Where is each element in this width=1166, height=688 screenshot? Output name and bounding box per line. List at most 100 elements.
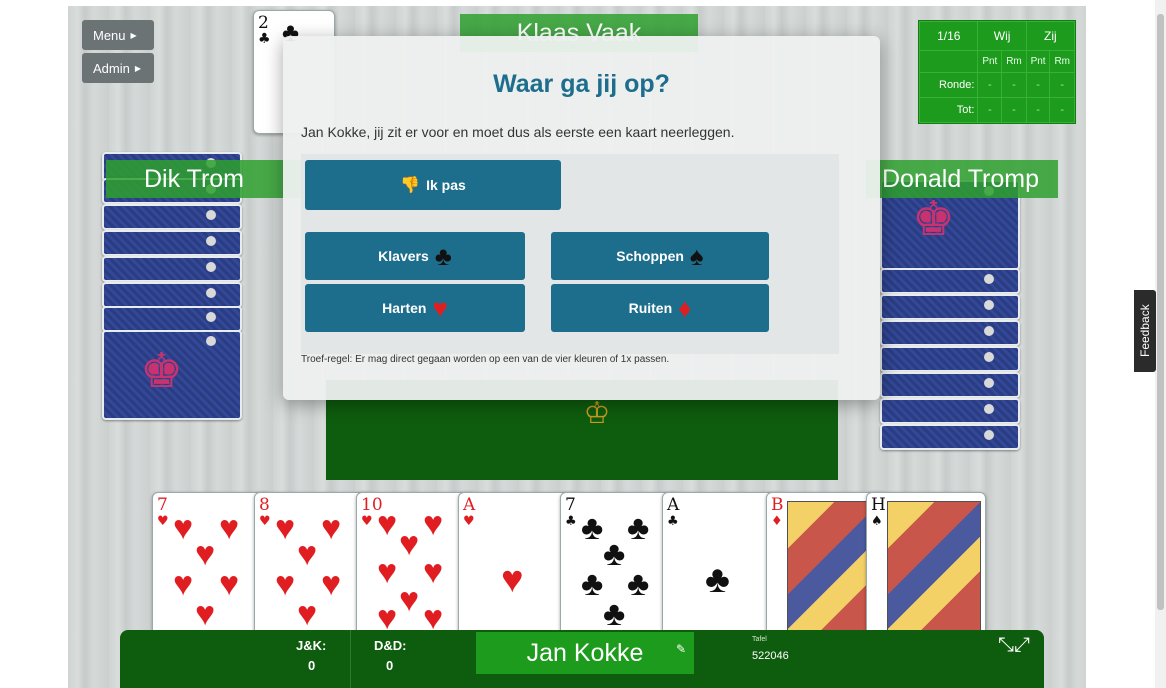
score-cell: - <box>1001 97 1027 123</box>
heart-icon: ♥ <box>399 525 420 563</box>
diamond-icon: ♦ <box>678 293 692 323</box>
card-rank: A <box>463 495 476 515</box>
card-back <box>102 282 242 308</box>
club-icon: ♣ <box>581 509 604 547</box>
heart-icon: ♥ <box>195 535 216 573</box>
team-us-label: Wij <box>977 21 1027 51</box>
hand-card[interactable]: A ♣ ♣ <box>662 492 782 642</box>
card-back <box>880 320 1020 346</box>
heart-icon: ♥ <box>463 514 475 529</box>
menu-label: Menu <box>93 27 126 43</box>
club-icon: ♣ <box>627 565 650 603</box>
dd-label: D&D: <box>374 638 407 653</box>
card-back <box>102 204 242 230</box>
score-cell: - <box>1049 72 1075 99</box>
round-counter: 1/16 <box>918 21 979 51</box>
game-stage: Feedback Menu ▶ Admin ▶ ♔ Klaas Vaak 2 ♣… <box>0 0 1166 688</box>
heart-icon: ♥ <box>219 565 240 603</box>
row-round-label: Ronde: <box>918 72 979 99</box>
club-icon: ♣ <box>258 31 271 47</box>
score-cell: - <box>1025 97 1051 123</box>
player-self-name: Jan Kokke <box>526 638 644 667</box>
player-left-name: Dik Trom <box>106 160 302 198</box>
row-total-label: Tot: <box>918 97 979 123</box>
heart-icon: ♥ <box>195 595 216 633</box>
heart-icon: ♥ <box>321 509 342 547</box>
dd-value: 0 <box>386 658 394 673</box>
suit-button-spades[interactable]: Schoppen ♠ <box>551 232 769 280</box>
dialog-message: Jan Kokke, jij zit er voor en moet dus a… <box>301 124 735 140</box>
score-cell: - <box>977 72 1003 99</box>
spade-icon: ♠ <box>689 241 704 271</box>
expand-icon[interactable]: ⤡⤢ <box>994 634 1034 682</box>
heart-icon: ♥ <box>399 581 420 619</box>
caret-right-icon: ▶ <box>134 63 142 73</box>
suit-button-hearts[interactable]: Harten ♥ <box>305 284 525 332</box>
card-back <box>880 424 1020 450</box>
feedback-tab[interactable]: Feedback <box>1134 290 1156 372</box>
team-them-label: Zij <box>1025 21 1076 51</box>
heart-icon: ♥ <box>321 565 342 603</box>
card-rank: 7 <box>565 495 576 515</box>
club-icon: ♣ <box>705 559 730 601</box>
club-icon: ♣ <box>667 514 679 529</box>
card-rank: 8 <box>259 495 270 515</box>
heart-icon: ♥ <box>259 514 271 529</box>
score-cell: - <box>1025 72 1051 99</box>
dialog-title: Waar ga jij op? <box>493 70 670 98</box>
card-rank: B <box>771 495 784 515</box>
table-id-label: Tafel <box>752 636 767 643</box>
jester-crown-icon: ♔ <box>583 397 611 430</box>
heart-icon: ♥ <box>219 509 240 547</box>
pass-button[interactable]: 👎 Ik pas <box>305 160 561 210</box>
heart-icon: ♥ <box>297 595 318 633</box>
club-icon: ♣ <box>434 241 452 271</box>
card-back <box>880 294 1020 320</box>
col-points: Pnt <box>977 49 1003 74</box>
heart-icon: ♥ <box>173 509 194 547</box>
suit-label: Klavers <box>378 248 429 264</box>
jester-icon: ♚ <box>140 345 184 398</box>
trump-rule-text: Troef-regel: Er mag direct gegaan worden… <box>301 354 670 365</box>
col-roem: Rm <box>1049 49 1075 74</box>
admin-button[interactable]: Admin ▶ <box>82 53 154 83</box>
heart-icon: ♥ <box>377 553 398 591</box>
heart-icon: ♥ <box>501 559 524 601</box>
scrollbar[interactable] <box>1155 0 1166 688</box>
card-back <box>880 268 1020 294</box>
scrollbar-thumb[interactable] <box>1157 14 1164 610</box>
trump-dialog: Waar ga jij op? Jan Kokke, jij zit er vo… <box>283 36 880 400</box>
divider <box>350 630 351 688</box>
col-points: Pnt <box>1025 49 1051 74</box>
heart-icon: ♥ <box>173 565 194 603</box>
heart-icon: ♥ <box>157 514 169 529</box>
card-back <box>880 398 1020 424</box>
jk-value: 0 <box>308 658 316 673</box>
menu-button[interactable]: Menu ▶ <box>82 20 154 50</box>
suit-button-diamonds[interactable]: Ruiten ♦ <box>551 284 769 332</box>
caret-right-icon: ▶ <box>130 30 137 40</box>
card-back <box>102 256 242 282</box>
pencil-icon[interactable]: ✎ <box>676 642 686 656</box>
player-bar: J&K: 0 D&D: 0 Jan Kokke ✎ Tafel 522046 ⤡… <box>120 630 1044 688</box>
table-id-value: 522046 <box>752 650 789 662</box>
score-board: 1/16 Wij Zij Pnt Rm Pnt Rm Ronde: - - - … <box>918 20 1076 124</box>
card-back <box>102 230 242 256</box>
player-name-box[interactable]: Jan Kokke ✎ <box>476 632 694 674</box>
col-roem: Rm <box>1001 49 1027 74</box>
heart-icon: ♥ <box>432 293 448 323</box>
king-portrait-icon <box>887 501 981 641</box>
jester-icon: ♚ <box>912 193 956 246</box>
spade-icon: ♠ <box>871 514 883 529</box>
suit-label: Schoppen <box>616 248 684 264</box>
card-rank: A <box>667 495 680 515</box>
club-icon: ♣ <box>581 565 604 603</box>
club-icon: ♣ <box>627 509 650 547</box>
suit-button-clubs[interactable]: Klavers ♣ <box>305 232 525 280</box>
diamond-icon: ♦ <box>771 514 783 529</box>
played-card-rank: 2 <box>258 13 269 33</box>
heart-icon: ♥ <box>423 553 444 591</box>
club-icon: ♣ <box>603 535 626 573</box>
hand-card[interactable]: H ♠ <box>866 492 986 642</box>
card-back <box>880 346 1020 372</box>
